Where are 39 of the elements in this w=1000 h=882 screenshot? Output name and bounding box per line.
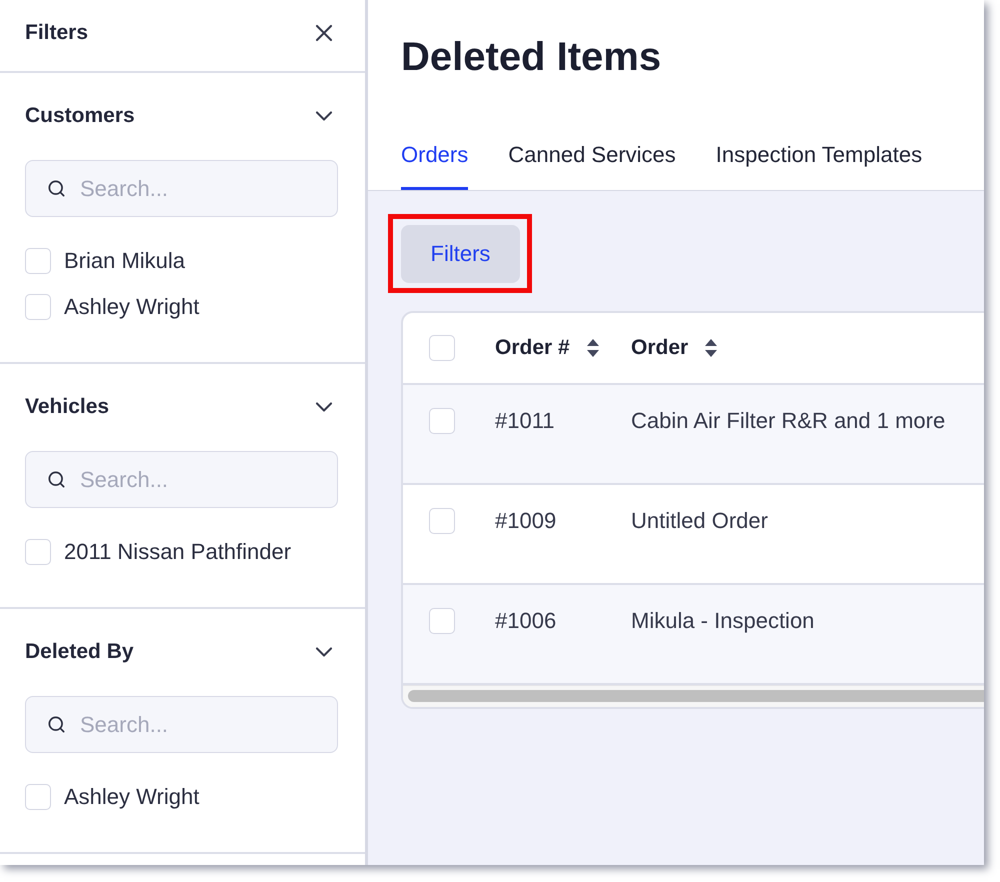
checkbox[interactable] <box>25 248 51 274</box>
table-cell-text: Untitled Order <box>631 508 769 534</box>
column-header[interactable]: Order # <box>495 335 570 361</box>
column-header[interactable]: Order <box>631 335 688 361</box>
table-cell-text: #1009 <box>495 508 558 534</box>
scrollbar-thumb[interactable] <box>408 690 984 702</box>
sort-icon[interactable] <box>704 338 718 358</box>
tab[interactable]: Inspection Templates <box>716 142 922 190</box>
option-label: Brian Mikula <box>64 248 186 274</box>
sort-icon[interactable] <box>586 338 600 358</box>
checkbox[interactable] <box>429 608 455 634</box>
tab[interactable]: Canned Services <box>508 142 676 190</box>
search-field[interactable]: Search... <box>25 160 338 217</box>
table-cell-text: #1011 <box>495 408 556 434</box>
table-cell-text: Mikula - Inspection <box>631 608 816 634</box>
search-field[interactable]: Search... <box>25 696 338 753</box>
option-label: Ashley Wright <box>64 294 200 320</box>
section-title: Vehicles <box>25 394 110 420</box>
checkbox[interactable] <box>25 539 51 565</box>
table-cell-text: Cabin Air Filter R&R and 1 more <box>631 408 946 434</box>
checkbox[interactable] <box>429 408 455 434</box>
search-icon <box>47 470 66 489</box>
option-label: Ashley Wright <box>64 784 200 810</box>
checkbox[interactable] <box>25 294 51 320</box>
search-icon <box>47 179 66 198</box>
table-row[interactable]: #1006 Mikula - Inspection <box>403 585 984 685</box>
filters-button[interactable]: Filters <box>401 225 520 283</box>
table-row[interactable]: #1011 Cabin Air Filter R&R and 1 more <box>403 385 984 485</box>
panel-title: Filters <box>25 20 88 46</box>
section-title: Deleted By <box>25 639 134 665</box>
search-icon <box>47 715 66 734</box>
checkbox[interactable] <box>429 335 455 361</box>
section-title: Customers <box>25 103 135 129</box>
checkbox[interactable] <box>429 508 455 534</box>
table-cell-text: #1006 <box>495 608 558 634</box>
option-label: 2011 Nissan Pathfinder <box>64 539 292 565</box>
search-field[interactable]: Search... <box>25 451 338 508</box>
checkbox[interactable] <box>25 784 51 810</box>
page-title: Deleted Items <box>401 34 662 81</box>
